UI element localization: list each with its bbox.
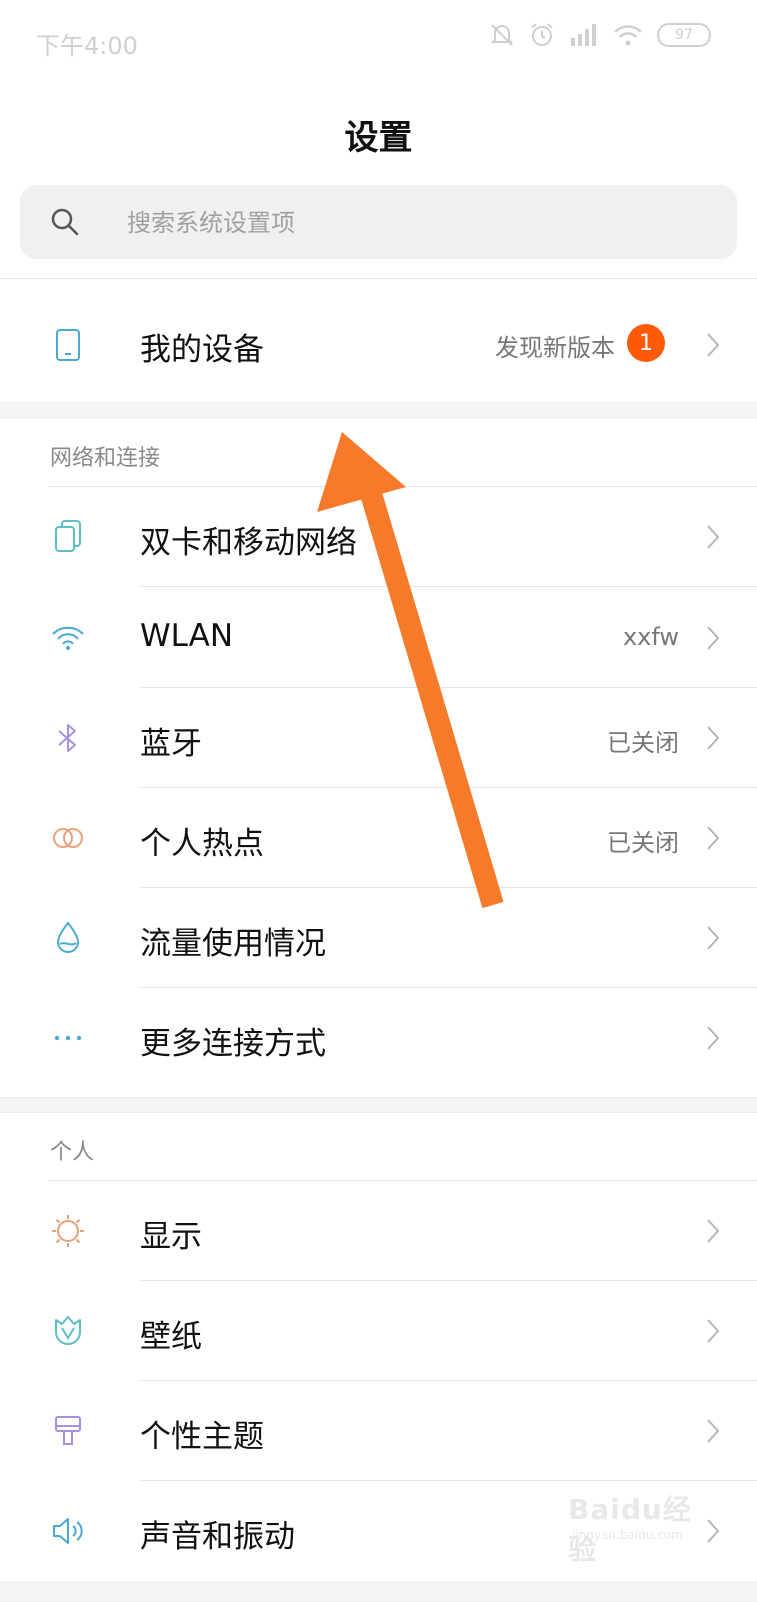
sim-cards-icon	[48, 517, 88, 557]
settings-row-wlan[interactable]: WLAN xxfw	[0, 588, 757, 688]
watermark-subtext: jingyan.baidu.com	[572, 1528, 683, 1542]
settings-row-data-usage[interactable]: 流量使用情况	[0, 888, 757, 988]
chevron-right-icon	[707, 626, 720, 650]
chevron-right-icon	[707, 333, 720, 357]
row-value: 已关闭	[607, 829, 679, 857]
row-value: xxfw	[622, 623, 679, 651]
search-bar[interactable]	[20, 185, 737, 261]
settings-row-wallpaper[interactable]: 壁纸	[0, 1281, 757, 1381]
display-sun-icon	[48, 1211, 88, 1251]
settings-row-display[interactable]: 显示	[0, 1181, 757, 1281]
divider	[0, 278, 757, 279]
settings-row-more-connections[interactable]: 更多连接方式	[0, 988, 757, 1088]
chevron-right-icon	[707, 1026, 720, 1050]
row-value: 已关闭	[607, 729, 679, 757]
status-bar: 下午4:00 97	[0, 0, 757, 82]
section-gap	[0, 1097, 757, 1113]
section-gap	[0, 1582, 757, 1602]
update-badge: 1	[627, 324, 665, 362]
chevron-right-icon	[707, 525, 720, 549]
row-label: WLAN	[140, 618, 234, 654]
chevron-right-icon	[707, 1219, 720, 1243]
more-dots-icon	[48, 1018, 88, 1058]
search-icon	[51, 208, 79, 236]
status-icons: 97	[489, 22, 711, 48]
signal-icon	[571, 24, 596, 46]
chevron-right-icon	[707, 1319, 720, 1343]
section-header-personal: 个人	[50, 1140, 95, 1165]
row-label: 壁纸	[140, 1319, 202, 1355]
my-device-label: 我的设备	[140, 332, 264, 368]
row-label: 声音和振动	[140, 1519, 295, 1555]
section-gap	[0, 402, 757, 418]
data-usage-icon	[48, 918, 88, 958]
row-label: 显示	[140, 1219, 202, 1255]
wifi-status-icon	[614, 25, 642, 46]
sound-icon	[48, 1511, 88, 1551]
row-label: 更多连接方式	[140, 1026, 326, 1062]
row-label: 个性主题	[140, 1419, 264, 1455]
row-label: 个人热点	[140, 826, 264, 862]
wifi-icon	[48, 618, 88, 658]
hotspot-icon	[48, 818, 88, 858]
section-header-network: 网络和连接	[50, 446, 161, 471]
watermark-logo: Baidu经验 jingyan.baidu.com	[568, 1478, 718, 1566]
chevron-right-icon	[707, 826, 720, 850]
chevron-right-icon	[707, 1419, 720, 1443]
phone-device-icon	[48, 325, 88, 365]
row-label: 双卡和移动网络	[140, 525, 357, 561]
chevron-right-icon	[707, 926, 720, 950]
bluetooth-icon	[48, 718, 88, 758]
status-time: 下午4:00	[36, 32, 138, 60]
theme-brush-icon	[48, 1411, 88, 1451]
row-label: 蓝牙	[140, 726, 202, 762]
mute-notification-icon	[490, 24, 514, 46]
alarm-icon	[531, 23, 553, 46]
row-divider	[140, 586, 757, 587]
chevron-right-icon	[707, 726, 720, 750]
search-input[interactable]	[125, 185, 709, 261]
wallpaper-tulip-icon	[48, 1311, 88, 1351]
battery-indicator: 97	[657, 23, 711, 47]
update-available-text: 发现新版本	[495, 334, 615, 362]
settings-row-hotspot[interactable]: 个人热点 已关闭	[0, 788, 757, 888]
settings-row-themes[interactable]: 个性主题	[0, 1381, 757, 1481]
settings-row-dual-sim[interactable]: 双卡和移动网络	[0, 487, 757, 587]
page-title: 设置	[344, 118, 413, 158]
row-label: 流量使用情况	[140, 926, 326, 962]
settings-row-bluetooth[interactable]: 蓝牙 已关闭	[0, 688, 757, 788]
